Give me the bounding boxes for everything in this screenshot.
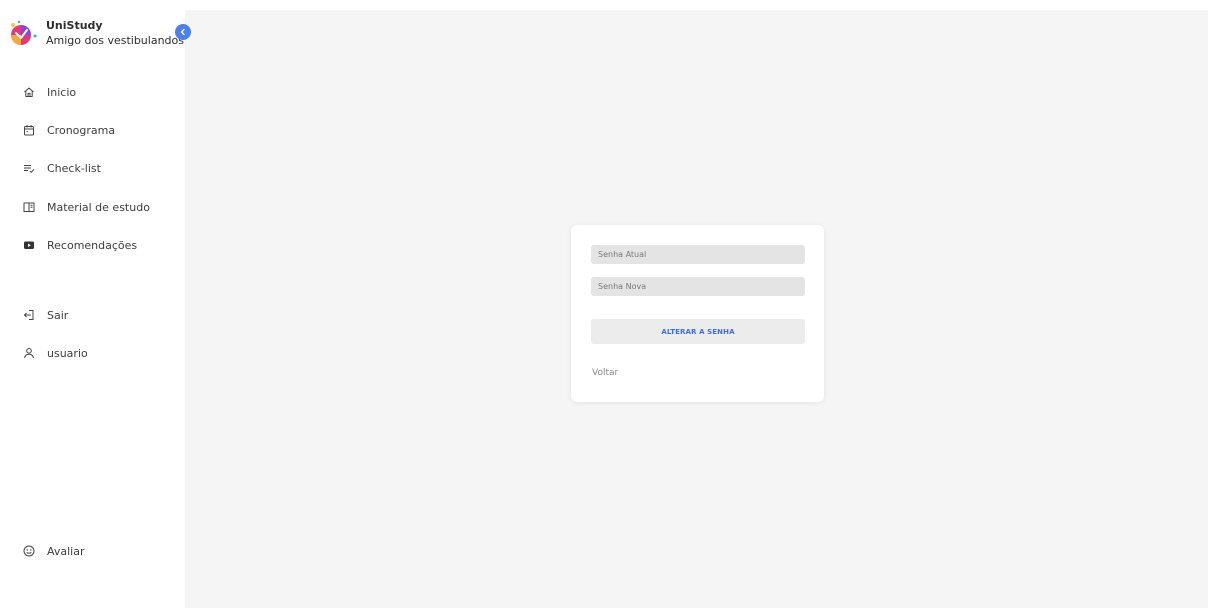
nav-item-recomendacoes[interactable]: Recomendações: [22, 235, 137, 255]
nav-item-sair[interactable]: Sair: [22, 305, 68, 325]
chevron-left-icon: [180, 28, 185, 36]
back-link[interactable]: Voltar: [592, 368, 618, 378]
current-password-input[interactable]: [591, 245, 805, 264]
video-icon: [22, 238, 36, 252]
checklist-icon: [22, 161, 36, 175]
book-icon: [22, 200, 36, 214]
logout-icon: [22, 308, 36, 322]
unistudy-logo-icon: [11, 20, 37, 45]
nav-item-label: Cronograma: [47, 123, 116, 137]
nav-item-usuario[interactable]: usuario: [22, 343, 88, 363]
brand[interactable]: UniStudy Amigo dos vestibulandos: [8, 16, 198, 52]
nav-item-check-list[interactable]: Check-list: [22, 158, 101, 178]
nav-item-label: Recomendações: [47, 238, 138, 252]
brand-tagline: Amigo dos vestibulandos: [46, 34, 184, 47]
nav-item-cronograma[interactable]: Cronograma: [22, 120, 115, 140]
nav-item-inicio[interactable]: Inicio: [22, 82, 76, 102]
nav-item-material-de-estudo[interactable]: Material de estudo: [22, 197, 150, 217]
home-icon: [22, 85, 36, 99]
nav-item-label: Material de estudo: [47, 200, 150, 214]
brand-name: UniStudy: [46, 19, 103, 32]
sidebar: UniStudy Amigo dos vestibulandos Inicio …: [0, 0, 191, 608]
nav-item-label: Check-list: [47, 161, 101, 175]
nav-item-label: usuario: [47, 346, 88, 360]
user-icon: [22, 346, 36, 360]
collapse-sidebar-button[interactable]: [175, 24, 191, 40]
new-password-input[interactable]: [591, 277, 805, 296]
change-password-card: ALTERAR A SENHA Voltar: [571, 225, 824, 402]
nav-item-avaliar[interactable]: Avaliar: [22, 541, 85, 561]
smile-icon: [22, 544, 36, 558]
nav-item-label: Inicio: [47, 85, 77, 99]
change-password-button[interactable]: ALTERAR A SENHA: [591, 319, 805, 344]
nav-item-label: Sair: [47, 308, 69, 322]
nav-item-label: Avaliar: [47, 544, 85, 558]
calendar-icon: [22, 123, 36, 137]
